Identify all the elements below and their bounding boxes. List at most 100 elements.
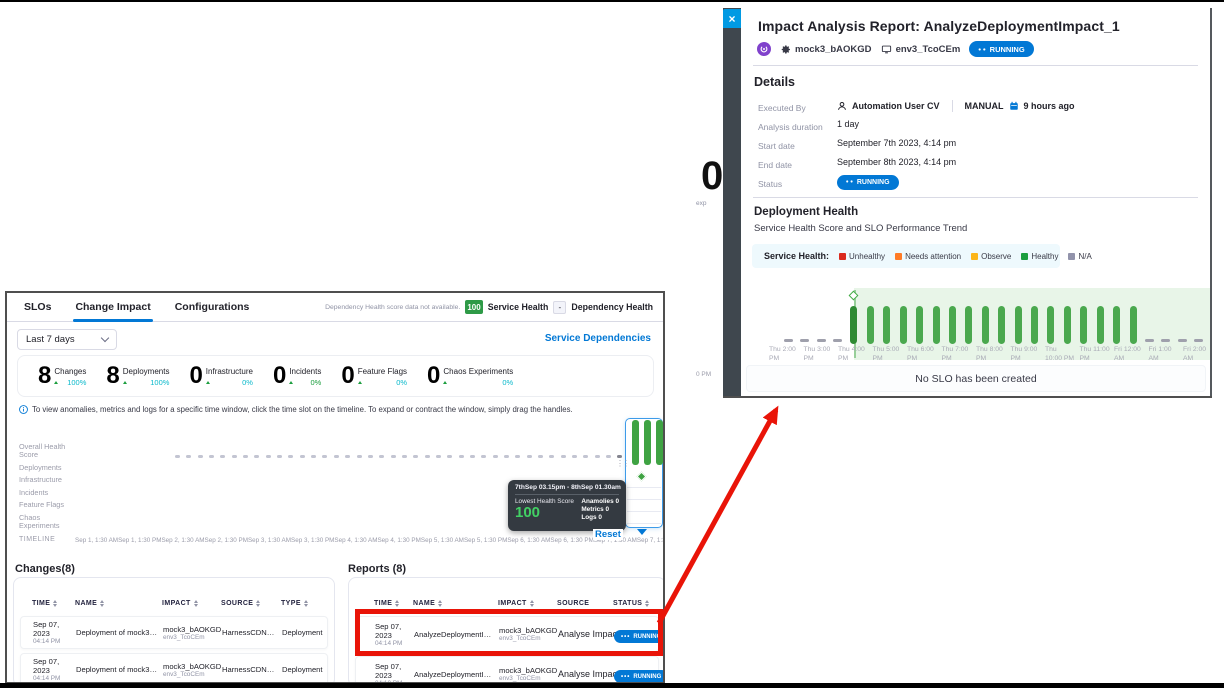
axis-label: Sep 3, 1:30 AM <box>248 537 291 544</box>
changes-row[interactable]: Sep 07, 202304:14 PM Deployment of mock3… <box>20 616 328 649</box>
legend-swatch <box>1068 253 1075 260</box>
timeline-tooltip: 7thSep 03.15pm - 8thSep 01.30am Lowest H… <box>508 480 626 531</box>
na-dash <box>175 455 180 458</box>
na-dash <box>391 455 396 458</box>
sort-icon[interactable] <box>395 600 399 607</box>
row-type: Deployment <box>282 628 327 637</box>
row-name: Deployment of mock3_... <box>76 628 163 637</box>
sort-icon[interactable] <box>100 600 104 607</box>
stat-value: 0 <box>427 365 439 387</box>
drawer-backdrop <box>723 8 741 398</box>
na-dash <box>617 455 622 458</box>
row-name: Deployment of mock3_... <box>76 665 163 674</box>
service-name: mock3_bAOKGD <box>795 44 872 55</box>
column-header[interactable]: TIME <box>374 600 413 607</box>
column-header[interactable]: SOURCE <box>221 600 281 607</box>
column-header[interactable]: NAME <box>413 600 498 607</box>
executed-by-value: Automation User CV MANUAL 9 hours ago <box>837 100 1075 112</box>
trend-up-icon <box>206 381 210 384</box>
reset-link[interactable]: Reset <box>593 529 623 540</box>
stat-label: Deployments <box>123 367 170 376</box>
fragment-pm: 0 PM <box>696 371 711 378</box>
sort-icon[interactable] <box>438 600 442 607</box>
reports-row[interactable]: Sep 07, 202304:10 PM AnalyzeDeploymentIm… <box>355 656 659 684</box>
divider <box>952 100 953 112</box>
divider <box>627 499 661 500</box>
column-header[interactable]: TYPE <box>281 600 334 607</box>
row-name: AnalyzeDeploymentIm... <box>414 630 499 639</box>
environment-chip: env3_TcoCEm <box>881 44 961 55</box>
row-date: Sep 07, 2023 <box>375 622 414 640</box>
spinner-icon: ••• <box>621 634 630 640</box>
service-health-score-badge: 100 <box>465 300 482 314</box>
tab[interactable]: Change Impact <box>75 293 150 322</box>
healthy-bar <box>1064 306 1071 344</box>
na-dash <box>549 455 554 458</box>
stat-percent: 0% <box>310 378 321 387</box>
row-source: HarnessCDNext... <box>222 665 282 674</box>
row-source: Analyse Impact <box>558 669 614 679</box>
changes-row[interactable]: Sep 07, 202304:14 PM Deployment of mock3… <box>20 653 328 684</box>
row-date: Sep 07, 2023 <box>375 662 414 680</box>
stat-item: 8 Deployments 100% <box>106 365 169 387</box>
drawer-title: Impact Analysis Report: AnalyzeDeploymen… <box>758 18 1120 34</box>
row-impact-env: env3_TcoCEm <box>499 635 558 642</box>
chart-x-axis: Thu 2:00 PMThu 3:00 PMThu 4:00 PMThu 5:0… <box>769 346 1212 363</box>
x-tick-label: Fri 1:00 AM <box>1149 346 1183 363</box>
dependency-health-label: Dependency Health <box>571 302 653 312</box>
sort-icon[interactable] <box>304 600 308 607</box>
x-tick-label: Thu 8:00 PM <box>976 346 1010 363</box>
health-score-na-row[interactable] <box>175 455 623 458</box>
time-range-dropdown[interactable]: Last 7 days <box>17 329 117 350</box>
sort-icon[interactable] <box>194 600 198 607</box>
health-bar <box>644 420 651 465</box>
changes-table: TIME NAME IMPACT SOURCE <box>13 577 335 684</box>
window-pointer-icon <box>637 529 647 535</box>
timeline-axis-title: TIMELINE <box>19 536 55 543</box>
na-dash <box>345 455 350 458</box>
na-dash <box>334 455 339 458</box>
trend-up-icon <box>54 381 58 384</box>
sort-icon[interactable] <box>645 600 649 607</box>
sort-icon[interactable] <box>530 600 534 607</box>
healthy-bar <box>1097 306 1104 344</box>
sort-icon[interactable] <box>256 600 260 607</box>
window-handle-left[interactable]: ⋮⋮ <box>616 461 628 466</box>
na-dash <box>425 455 430 458</box>
service-dependencies-link[interactable]: Service Dependencies <box>545 333 651 344</box>
column-header[interactable]: STATUS <box>613 600 665 607</box>
na-dash <box>436 455 441 458</box>
healthy-bar <box>850 306 857 344</box>
axis-label: Sep 1, 1:30 AM <box>75 537 118 544</box>
column-header[interactable]: IMPACT <box>498 600 557 607</box>
healthy-bar <box>949 306 956 344</box>
sort-icon[interactable] <box>53 600 57 607</box>
row-date: Sep 07, 2023 <box>33 620 76 638</box>
reports-row[interactable]: Sep 07, 202304:14 PM AnalyzeDeploymentIm… <box>355 616 659 652</box>
stat-value: 8 <box>38 365 50 387</box>
na-dash <box>595 455 600 458</box>
row-impact-env: env3_TcoCEm <box>499 675 558 682</box>
details-heading: Details <box>754 75 795 89</box>
no-slo-message: No SLO has been created <box>746 365 1206 392</box>
na-dash <box>413 455 418 458</box>
close-icon[interactable]: × <box>723 9 741 28</box>
dependency-health-score-badge: - <box>553 301 566 314</box>
divider <box>627 487 661 488</box>
column-header[interactable]: SOURCE <box>557 600 613 607</box>
divider <box>627 511 661 512</box>
axis-label: Sep 4, 1:30 AM <box>334 537 377 544</box>
column-header[interactable]: NAME <box>75 600 162 607</box>
x-tick-label: Thu 10:00 PM <box>1045 346 1079 363</box>
window-handle-right[interactable]: ⋮⋮ <box>664 461 665 466</box>
tooltip-metric: Logs 0 <box>581 514 619 521</box>
service-health-label: Service Health <box>488 302 549 312</box>
chevron-down-icon <box>101 334 109 342</box>
legend-item: Observe <box>971 252 1011 261</box>
x-tick-label: Fri 12:00 AM <box>1114 346 1148 363</box>
column-header[interactable]: IMPACT <box>162 600 221 607</box>
tab[interactable]: SLOs <box>24 293 51 322</box>
tab[interactable]: Configurations <box>175 293 250 322</box>
column-header[interactable]: TIME <box>32 600 75 607</box>
x-tick-label: Thu 6:00 PM <box>907 346 941 363</box>
